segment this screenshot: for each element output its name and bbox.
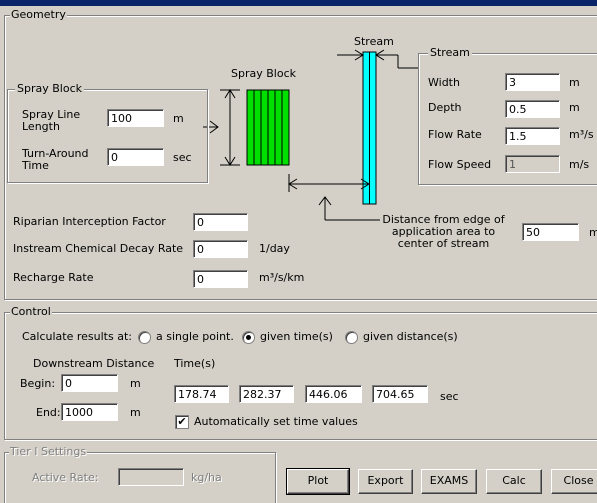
- depth-label: Depth: [428, 101, 462, 114]
- checkmark-icon: ✔: [177, 415, 187, 428]
- time-input-1[interactable]: 178.74: [174, 385, 229, 403]
- flow-rate-input[interactable]: 1.5: [505, 127, 560, 145]
- depth-unit: m: [569, 101, 580, 114]
- recharge-label: Recharge Rate: [13, 271, 94, 284]
- decay-label: Instream Chemical Decay Rate: [13, 242, 184, 255]
- time-input-3[interactable]: 446.06: [305, 385, 362, 403]
- distance-label: Distance from edge of application area t…: [382, 213, 505, 250]
- radio-single-point-label: a single point.: [156, 330, 234, 343]
- stream-group-label: Stream: [428, 46, 472, 59]
- exams-button[interactable]: EXAMS: [421, 469, 477, 494]
- auto-time-checkbox[interactable]: ✔: [175, 415, 189, 429]
- time-input-2[interactable]: 282.37: [239, 385, 294, 403]
- recharge-input[interactable]: 0: [193, 270, 248, 288]
- radio-given-times[interactable]: [242, 331, 255, 344]
- calc-at-label: Calculate results at:: [22, 330, 132, 343]
- spray-line-length-input[interactable]: 100: [107, 109, 164, 127]
- spray-line-length-unit: m: [173, 112, 184, 125]
- tier-group-label: Tier I Settings: [9, 445, 88, 458]
- spray-block-group-label: Spray Block: [15, 82, 84, 95]
- times-unit: sec: [440, 390, 459, 403]
- begin-label: Begin:: [20, 377, 56, 390]
- width-input[interactable]: 3: [505, 73, 560, 91]
- spray-line-length-label: Spray Line Length: [22, 108, 81, 133]
- flow-speed-display: 1: [505, 155, 560, 173]
- radio-given-distances[interactable]: [345, 331, 358, 344]
- riparian-label: Riparian Interception Factor: [13, 215, 166, 228]
- calc-button[interactable]: Calc: [486, 469, 542, 494]
- radio-single-point[interactable]: [138, 331, 151, 344]
- begin-unit: m: [130, 377, 141, 390]
- times-label: Time(s): [174, 357, 216, 370]
- active-rate-label: Active Rate:: [32, 471, 99, 484]
- time-input-4[interactable]: 704.65: [372, 385, 428, 403]
- width-label: Width: [428, 76, 460, 89]
- turn-around-label: Turn-Around Time: [22, 147, 89, 172]
- export-button[interactable]: Export: [358, 469, 413, 494]
- end-unit: m: [130, 406, 141, 419]
- begin-input[interactable]: 0: [61, 374, 118, 392]
- flow-speed-unit: m/s: [569, 158, 590, 171]
- end-input[interactable]: 1000: [61, 403, 118, 421]
- recharge-unit: m³/s/km: [259, 271, 305, 284]
- flow-rate-unit: m³/s: [569, 128, 594, 141]
- decay-input[interactable]: 0: [193, 240, 248, 258]
- control-group-label: Control: [10, 305, 52, 318]
- radio-given-distances-label: given distance(s): [363, 330, 458, 343]
- auto-time-label: Automatically set time values: [194, 415, 358, 428]
- radio-given-times-label: given time(s): [260, 330, 333, 343]
- close-button[interactable]: Close: [551, 469, 597, 494]
- depth-input[interactable]: 0.5: [505, 100, 560, 118]
- plot-button[interactable]: Plot: [286, 468, 350, 495]
- distance-unit: m: [589, 226, 597, 239]
- downstream-distance-label: Downstream Distance: [33, 357, 155, 370]
- decay-unit: 1/day: [259, 242, 290, 255]
- distance-input[interactable]: 50: [522, 223, 579, 241]
- width-unit: m: [569, 76, 580, 89]
- active-rate-unit: kg/ha: [191, 471, 222, 484]
- end-label: End:: [36, 406, 61, 419]
- turn-around-unit: sec: [173, 151, 192, 164]
- flow-rate-label: Flow Rate: [428, 128, 482, 141]
- turn-around-input[interactable]: 0: [107, 148, 164, 166]
- flow-speed-label: Flow Speed: [428, 158, 492, 171]
- riparian-input[interactable]: 0: [193, 213, 248, 231]
- active-rate-input: [118, 468, 184, 486]
